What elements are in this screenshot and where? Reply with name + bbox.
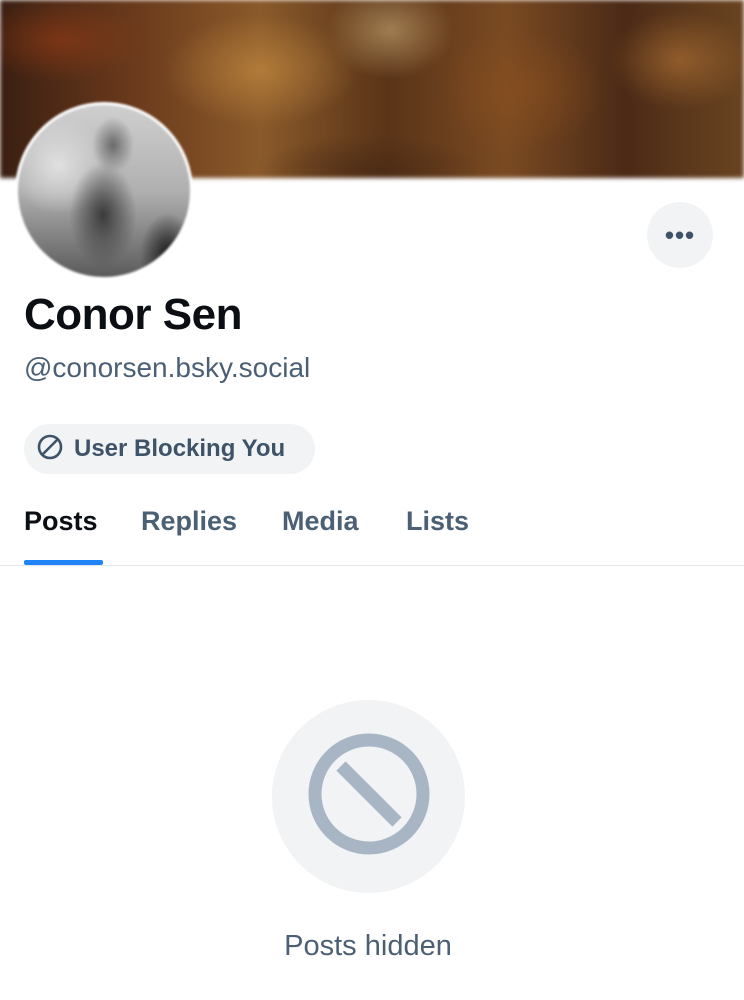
tab-lists[interactable]: Lists (406, 506, 469, 537)
ellipsis-icon: ••• (664, 219, 696, 250)
block-icon (307, 732, 431, 861)
handle: @conorsen.bsky.social (24, 352, 311, 383)
more-options-button[interactable]: ••• (647, 202, 713, 268)
profile-tabs: Posts Replies Media Lists (0, 490, 744, 566)
active-tab-indicator (24, 560, 103, 565)
display-name: Conor Sen (24, 290, 242, 339)
tab-posts[interactable]: Posts (24, 506, 98, 537)
avatar[interactable] (15, 102, 193, 280)
profile-page: ••• Conor Sen @conorsen.bsky.social User… (0, 0, 744, 1000)
posts-hidden-message: Posts hidden (284, 930, 452, 962)
block-icon (36, 433, 64, 466)
tab-media[interactable]: Media (282, 506, 359, 537)
blocking-status-label: User Blocking You (74, 435, 286, 462)
blocking-status-badge[interactable]: User Blocking You (24, 424, 315, 474)
posts-hidden-icon-container (272, 700, 465, 893)
tab-replies[interactable]: Replies (141, 506, 237, 537)
